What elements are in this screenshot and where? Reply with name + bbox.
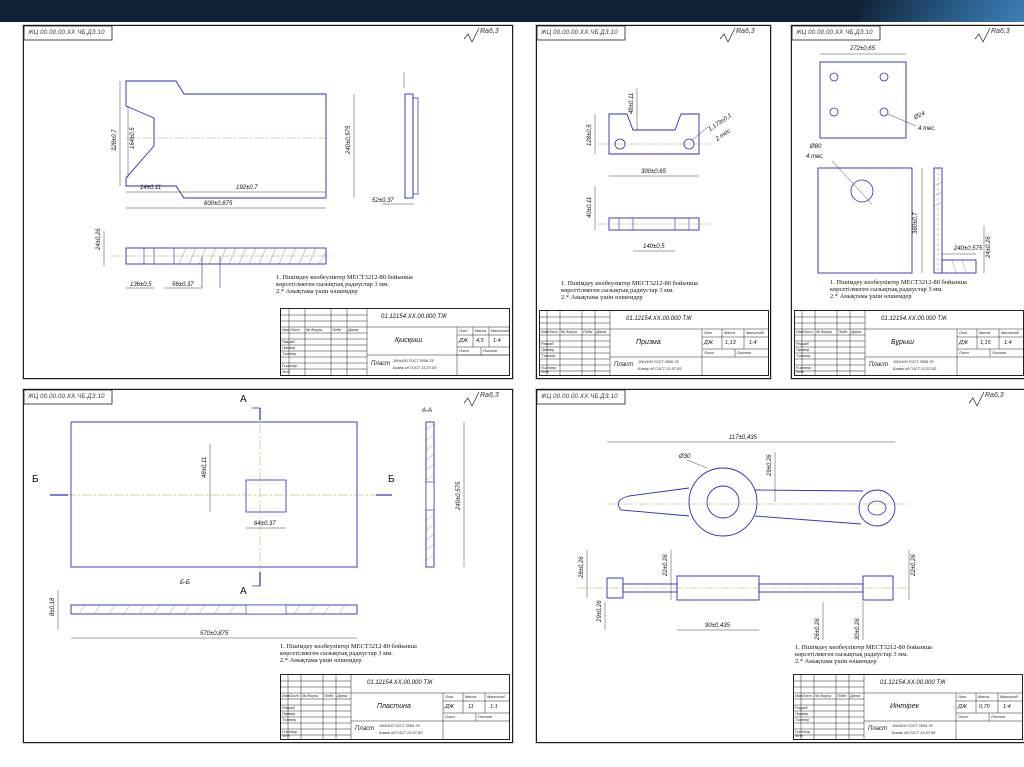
dimension-label: 48±0,11 [629, 92, 635, 114]
scale-value: 1:4 [1004, 340, 1012, 346]
dimension-label: 360±0,7 [913, 212, 919, 234]
dimension-label: 117±0,435 [729, 435, 757, 441]
dimension-label: 164±0,5 [130, 127, 136, 149]
dimension-label: 328±0,7 [112, 129, 118, 151]
dimension-label: 240±0,575 [456, 481, 462, 510]
section-letter: Б [388, 474, 395, 485]
dimension-label: 192±0,7 [236, 185, 258, 191]
dimension-label: 240±0,575 [954, 246, 983, 252]
section-letter: Б [32, 474, 39, 485]
dimension-label: 4 тес. [918, 126, 936, 132]
technical-notes: 1. Пішімдеу көлбеуліктер МЕСТ3212-80 бой… [280, 643, 417, 665]
section-title: А-А [422, 408, 433, 414]
dimension-label: 24±0,26 [96, 228, 102, 250]
mass-value: 0,70 [979, 704, 990, 710]
title-block: 01.12154.XX.00.000 ТЖ Изм Лист № докум. … [539, 310, 769, 376]
dimension-label: 300±0,65 [641, 169, 666, 175]
drawing-stamp: ЖЦ 00.00.00.XX.ЧБ.ДЗ.10 [28, 30, 105, 36]
dimension-label: 272±0,65 [850, 46, 875, 52]
roughness-mark: Ra6,3 [985, 392, 1004, 399]
technical-notes: 1. Пішімдеу көлбеуліктер МЕСТ3212-80 бой… [795, 644, 932, 666]
technical-notes: 1. Пішімдеу көлбеуліктер МЕСТ3212-80 бой… [830, 279, 967, 301]
mass-value: 1,15 [980, 340, 991, 346]
top-banner [0, 0, 1024, 22]
drawing-code: 01.12154.XX.00.000 ТЖ [626, 316, 692, 322]
drawing-sheet-2: ЖЦ 00.00.00.XX.ЧБ.ДЗ.10 Ra6,3 128±0,5 48… [536, 25, 771, 379]
top-banner-accent [860, 0, 1024, 22]
dimension-label: 52±0,37 [372, 198, 394, 204]
section-letter: А [240, 586, 247, 597]
dimension-label: 30±0,26 [855, 618, 861, 640]
dimension-label: 24±0,26 [986, 236, 992, 258]
dimension-label: Ø30 [679, 454, 691, 460]
dimension-label: 128±0,5 [587, 124, 593, 146]
dimension-label: 22±0,26 [663, 554, 669, 576]
dimension-label: 90±0,435 [705, 623, 730, 629]
dimension-label: 600±0,875 [204, 201, 233, 207]
drawing-sheet-3: ЖЦ 00.00.00.XX.ЧБ.ДЗ.10 Ra6,3 272±0,65 Ø… [791, 25, 1024, 379]
mass-value: 4,5 [476, 338, 484, 344]
drawing-stamp: ЖЦ 00.00.00.XX.ЧБ.ДЗ.10 [541, 394, 618, 400]
dimension-label: 22±0,26 [911, 554, 917, 576]
material: Пласт [868, 726, 888, 732]
drawing-code: 01.12154.XX.00.000 ТЖ [880, 680, 946, 686]
mass-value: 11 [468, 704, 474, 710]
drawing-code: 01.12154.XX.00.000 ТЖ [367, 680, 433, 686]
dimension-label: Ø80 [810, 144, 822, 150]
title-block: 01.12154.XX.00.000 ТЖ Изм Лист № докум. … [794, 310, 1024, 376]
part-name: Бұрыш [891, 339, 914, 346]
dimension-label: 28±0,26 [579, 556, 585, 578]
dimension-label: 26±0,26 [815, 618, 821, 640]
dimension-label: 570±0,875 [200, 631, 229, 637]
roughness-mark: Ra6,3 [991, 28, 1010, 35]
drawing-code: 01.12154.XX.00.000 ТЖ [881, 316, 947, 322]
roughness-mark: Ra6,3 [480, 392, 499, 399]
scale-value: 1:1 [490, 704, 498, 710]
part-name: Пластина [377, 703, 411, 710]
material: Пласт [869, 362, 889, 368]
drawing-sheet-5: ЖЦ 00.00.00.XX.ЧБ.ДЗ.10 Ra6,3 117±0,435 … [536, 389, 1024, 743]
part-name: Қысқыш [395, 337, 423, 344]
scale-value: 1:4 [1003, 704, 1011, 710]
part-name: Призма [636, 339, 661, 346]
section-letter: А [240, 394, 247, 405]
dimension-label: 4 тес. [806, 154, 824, 160]
title-block: 01.12154.XX.00.000 ТЖ Изм Лист № докум. … [280, 674, 510, 740]
drawing-code: 01.12154.XX.00.000 ТЖ [381, 314, 447, 320]
title-block: 01.12154.XX.00.000 ТЖ Изм Лист № докум. … [793, 674, 1023, 740]
dimension-label: 40±0,11 [587, 196, 593, 218]
technical-notes: 1. Пішімдеу көлбеуліктер МЕСТ3212-80 бой… [276, 274, 413, 296]
roughness-mark: Ra6,3 [736, 28, 755, 35]
drawing-sheet-1: ЖЦ 00.00.00.XX.ЧБ.ДЗ.10 Ra6,3 328±0,7 16… [23, 25, 513, 379]
scale-value: 1:4 [749, 340, 757, 346]
dimension-label: 136±0,5 [130, 282, 152, 288]
mass-value: 1,13 [725, 340, 736, 346]
dimension-label: 29±0,26 [767, 454, 773, 476]
dimension-label: 140±0,5 [643, 244, 665, 250]
dimension-label: 48±0,11 [202, 456, 208, 478]
technical-notes: 1. Пішімдеу көлбеуліктер МЕСТ3212-80 бой… [561, 280, 698, 302]
drawing-sheet-4: ЖЦ 00.00.00.XX.ЧБ.ДЗ.10 Ra6,3 А А Б Б А-… [23, 389, 513, 743]
dimension-label: 240±0,575 [346, 125, 352, 154]
roughness-mark: Ra6,3 [480, 28, 499, 35]
section-title: Б-Б [180, 580, 190, 586]
dimension-label: 29±0,26 [597, 600, 603, 622]
material: Пласт [371, 361, 391, 367]
drawing-stamp: ЖЦ 00.00.00.XX.ЧБ.ДЗ.10 [28, 394, 105, 400]
dimension-label: 8±0,18 [50, 597, 56, 616]
material: Пласт [614, 362, 634, 368]
material: Пласт [355, 726, 375, 732]
dimension-label: 14±0,11 [140, 185, 162, 191]
dimension-label: 64±0,37 [254, 521, 276, 527]
drawing-stamp: ЖЦ 00.00.00.XX.ЧБ.ДЗ.10 [796, 30, 873, 36]
title-block: 01.12154.XX.00.000 ТЖ Изм Лист № докум. … [280, 308, 510, 376]
drawing-stamp: ЖЦ 00.00.00.XX.ЧБ.ДЗ.10 [541, 30, 618, 36]
dimension-label: 56±0,37 [172, 282, 194, 288]
part-name: Иінтірек [890, 703, 919, 710]
scale-value: 1:4 [493, 338, 501, 344]
